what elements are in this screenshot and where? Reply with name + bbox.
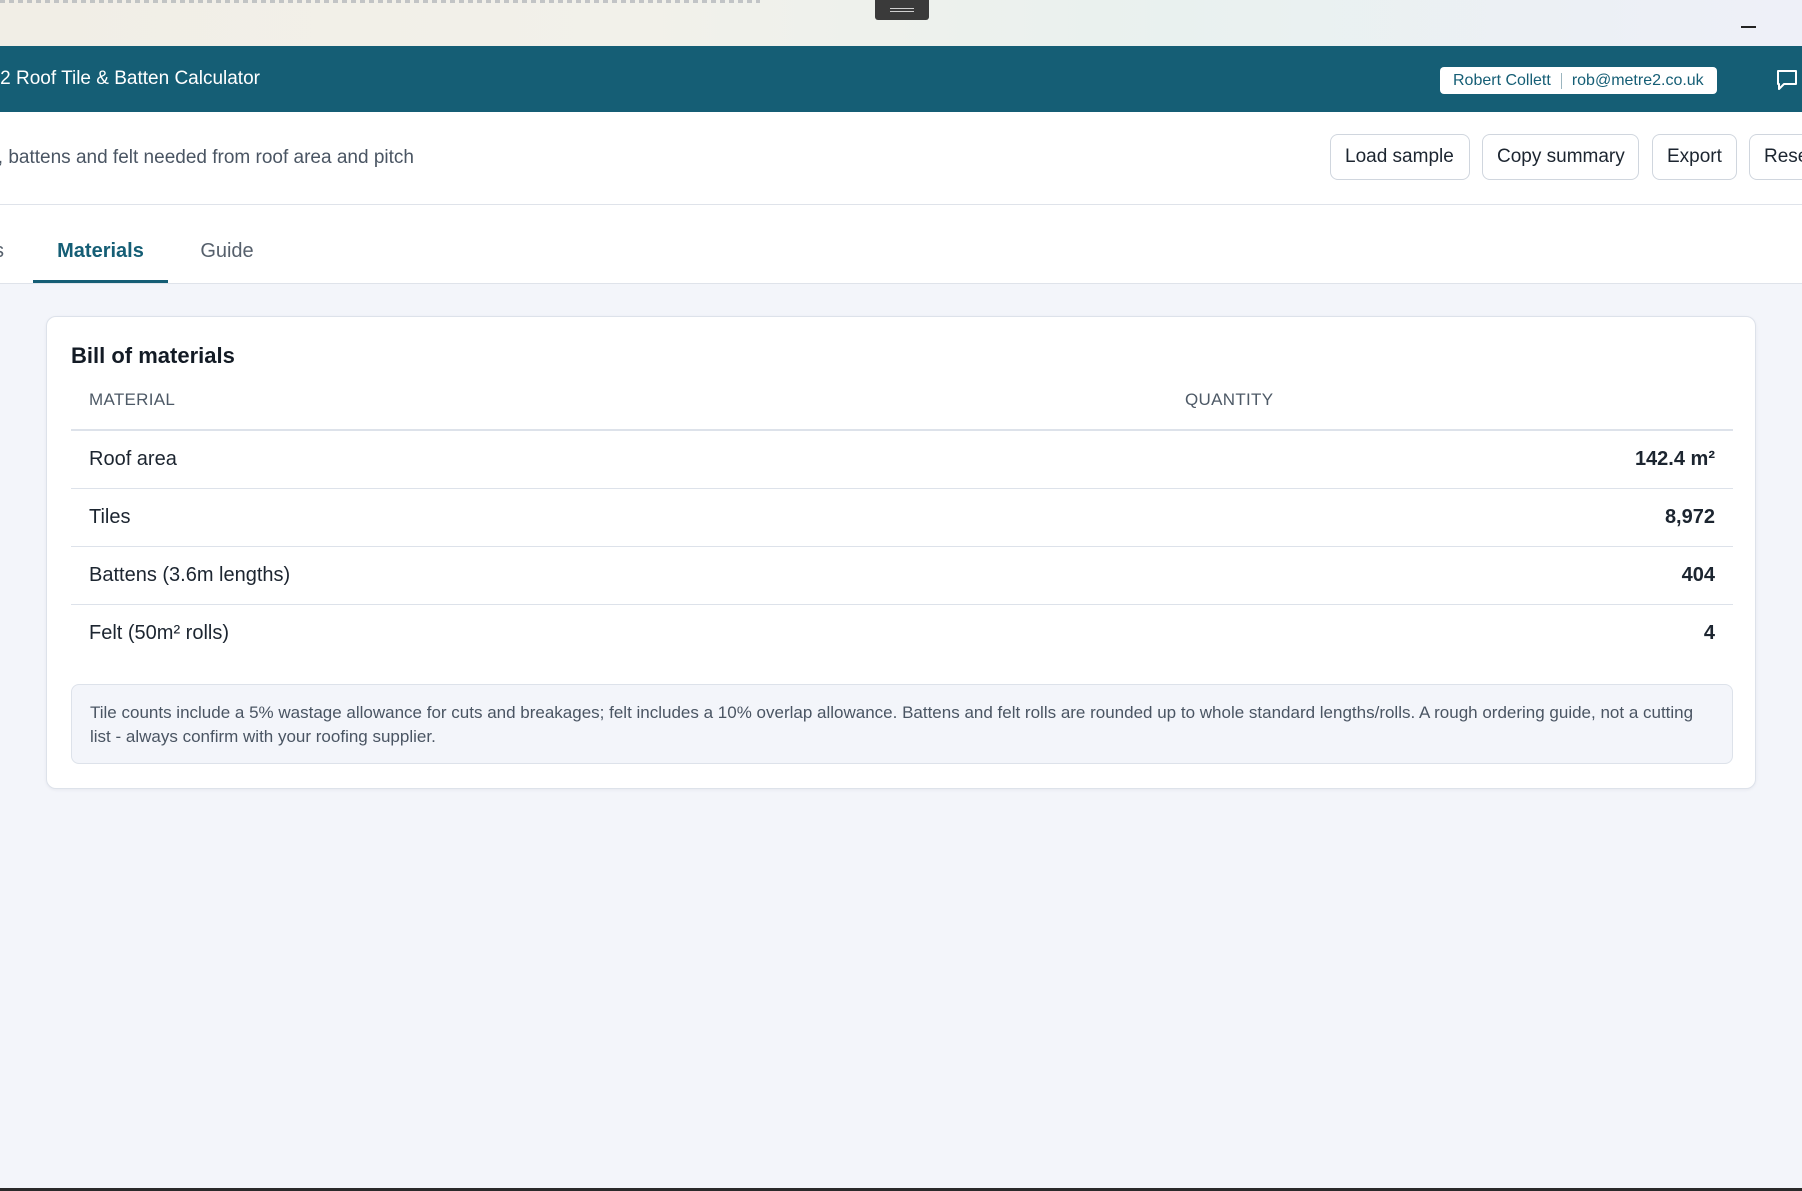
material-quantity: 404 bbox=[1167, 546, 1733, 605]
table-row: Battens (3.6m lengths) 404 bbox=[71, 546, 1733, 605]
material-quantity: 142.4 m² bbox=[1167, 430, 1733, 489]
app-header: tre2 Roof Tile & Batten Calculator Rober… bbox=[0, 46, 1802, 112]
bill-of-materials-card: Bill of materials MATERIAL QUANTITY Roof… bbox=[46, 316, 1756, 789]
materials-table: MATERIAL QUANTITY Roof area 142.4 m² Til… bbox=[71, 371, 1733, 662]
table-row: Felt (50m² rolls) 4 bbox=[71, 605, 1733, 663]
app-title: tre2 Roof Tile & Batten Calculator bbox=[0, 68, 260, 89]
allowance-note: Tile counts include a 5% wastage allowan… bbox=[71, 684, 1733, 764]
window-grab-handle[interactable] bbox=[875, 0, 929, 20]
table-header-row: MATERIAL QUANTITY bbox=[71, 371, 1733, 431]
page-toolbar: tiles, battens and felt needed from roof… bbox=[0, 112, 1802, 205]
window-title-fragment bbox=[0, 0, 760, 3]
table-row: Roof area 142.4 m² bbox=[71, 430, 1733, 489]
os-window-strip bbox=[0, 0, 1802, 46]
table-row: Tiles 8,972 bbox=[71, 488, 1733, 547]
material-name: Roof area bbox=[71, 430, 1167, 489]
material-name: Tiles bbox=[71, 488, 1167, 547]
copy-summary-button[interactable]: Copy summary bbox=[1482, 134, 1639, 180]
minimize-icon[interactable] bbox=[1736, 14, 1760, 32]
material-name: Battens (3.6m lengths) bbox=[71, 546, 1167, 605]
material-quantity: 4 bbox=[1703, 622, 1715, 644]
user-chip: Robert Collett rob@metre2.co.uk bbox=[1440, 67, 1717, 94]
load-sample-button[interactable]: Load sample bbox=[1330, 134, 1470, 180]
header-quantity: QUANTITY bbox=[1167, 371, 1733, 431]
material-name: Felt (50m² rolls) bbox=[89, 622, 230, 644]
card-title: Bill of materials bbox=[71, 343, 235, 368]
chip-divider bbox=[1560, 72, 1562, 89]
tab-materials[interactable]: Materials bbox=[33, 205, 168, 283]
user-email: rob@metre2.co.uk bbox=[1571, 71, 1704, 89]
tab-bar: s Materials Guide bbox=[0, 205, 1802, 284]
material-quantity: 8,972 bbox=[1167, 488, 1733, 547]
tab-guide[interactable]: Guide bbox=[183, 205, 271, 283]
export-button[interactable]: Export bbox=[1652, 134, 1737, 180]
tab-partial[interactable]: s bbox=[0, 205, 6, 283]
reset-button[interactable]: Rese bbox=[1749, 134, 1802, 180]
user-name: Robert Collett bbox=[1453, 71, 1551, 89]
feedback-icon[interactable] bbox=[1775, 68, 1799, 92]
page-subtitle: tiles, battens and felt needed from roof… bbox=[0, 147, 414, 168]
header-material: MATERIAL bbox=[71, 371, 1167, 431]
